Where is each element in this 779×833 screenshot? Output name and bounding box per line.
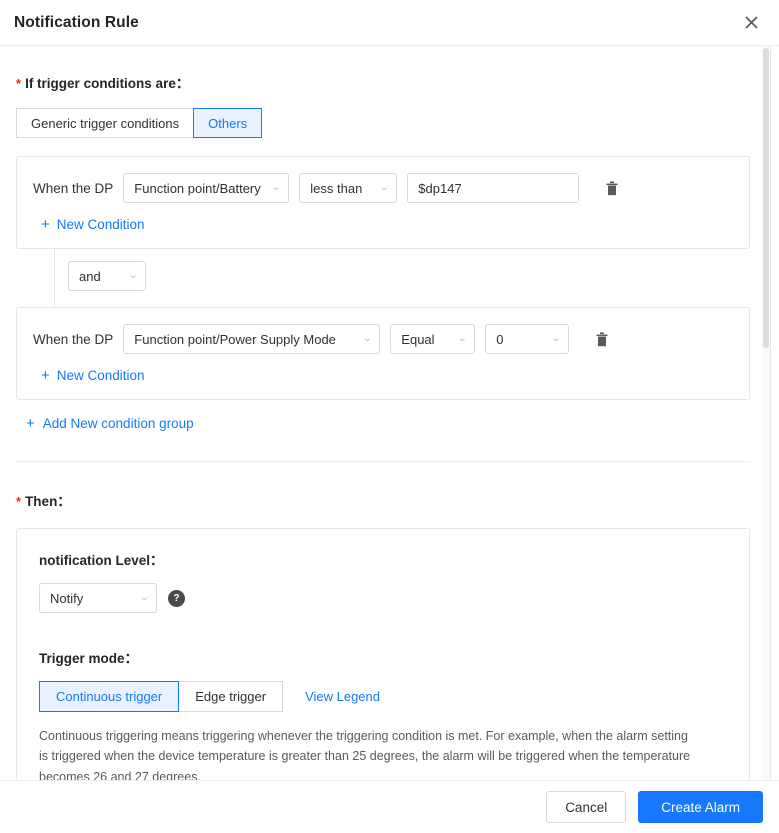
new-condition-button-1[interactable]: + New Condition [41, 217, 145, 232]
tab-continuous-trigger[interactable]: Continuous trigger [39, 681, 180, 712]
cancel-button[interactable]: Cancel [546, 791, 627, 823]
trigger-mode-row: Continuous trigger Edge trigger View Leg… [39, 681, 727, 712]
section-divider [14, 461, 750, 462]
condition-row: When the DP Function point/Power Supply … [33, 324, 733, 354]
operator-select-2-value: Equal [401, 331, 435, 347]
body-scrollbar[interactable] [762, 46, 770, 780]
tab-generic-trigger-conditions[interactable]: Generic trigger conditions [16, 108, 195, 138]
condition-row: When the DP Function point/Battery ⌄ les… [33, 173, 733, 203]
notification-level-row: Notify ⌄ ? [39, 583, 727, 613]
add-condition-group-button[interactable]: + Add New condition group [26, 416, 194, 431]
condition-group-1: When the DP Function point/Battery ⌄ les… [16, 156, 750, 249]
dialog-body: * If trigger conditions are： Generic tri… [0, 46, 771, 780]
operator-select-1-value: less than [310, 180, 363, 196]
chevron-down-icon: ⌄ [456, 333, 468, 344]
chevron-down-icon: ⌄ [550, 333, 562, 344]
tab-edge-trigger[interactable]: Edge trigger [178, 681, 284, 712]
then-label-text: Then： [25, 494, 71, 509]
condition-prefix-label: When the DP [33, 331, 114, 347]
operator-select-2[interactable]: Equal ⌄ [390, 324, 476, 354]
dialog-footer: Cancel Create Alarm [0, 780, 779, 833]
new-condition-label-2: New Condition [56, 368, 145, 383]
trigger-mode-label: Trigger mode： [39, 651, 139, 666]
trigger-mode-tabs: Continuous trigger Edge trigger [39, 681, 284, 712]
required-marker: * [16, 494, 22, 509]
condition-prefix-label: When the DP [33, 180, 114, 196]
scrollbar-thumb[interactable] [763, 48, 769, 348]
create-alarm-button[interactable]: Create Alarm [638, 791, 763, 823]
plus-icon: + [41, 367, 50, 384]
new-condition-label-1: New Condition [56, 217, 145, 232]
datapoint-select-1-value: Function point/Battery [134, 180, 261, 196]
datapoint-select-2[interactable]: Function point/Power Supply Mode ⌄ [123, 324, 381, 354]
add-condition-group-label: Add New condition group [42, 416, 194, 431]
datapoint-select-2-value: Function point/Power Supply Mode [134, 331, 336, 347]
then-label: * Then： [16, 490, 750, 510]
notification-level-value: Notify [50, 590, 84, 606]
chevron-down-icon: ⌄ [138, 592, 150, 603]
new-condition-button-2[interactable]: + New Condition [41, 368, 145, 383]
trigger-condition-type-tabs: Generic trigger conditions Others [16, 108, 263, 138]
condition-value-select-2-value: 0 [496, 331, 504, 347]
delete-condition-button-1[interactable] [603, 177, 621, 199]
dialog-title: Notification Rule [14, 13, 139, 31]
close-icon[interactable] [739, 11, 763, 35]
trigger-mode-description: Continuous triggering means triggering w… [39, 729, 691, 780]
condition-group-2: When the DP Function point/Power Supply … [16, 307, 750, 400]
notification-level-select[interactable]: Notify ⌄ [39, 583, 157, 613]
view-legend-link[interactable]: View Legend [305, 689, 380, 704]
chevron-down-icon: ⌄ [270, 182, 282, 193]
tab-others[interactable]: Others [193, 108, 263, 138]
condition-group-connector: and ⌄ [16, 249, 750, 307]
group-joiner-value: and [79, 268, 101, 284]
chevron-down-icon: ⌄ [378, 182, 390, 193]
condition-value-select-2[interactable]: 0 ⌄ [485, 324, 570, 354]
question-mark-icon[interactable]: ? [168, 589, 185, 607]
notification-rule-dialog: Notification Rule * If trigger condition… [0, 0, 779, 833]
dialog-header: Notification Rule [0, 0, 779, 46]
group-joiner-select[interactable]: and ⌄ [68, 261, 146, 291]
trigger-conditions-label-text: If trigger conditions are： [25, 76, 190, 91]
plus-icon: + [26, 415, 35, 432]
condition-value-input-1[interactable] [407, 173, 580, 203]
operator-select-1[interactable]: less than ⌄ [299, 173, 398, 203]
chevron-down-icon: ⌄ [127, 270, 139, 281]
required-marker: * [16, 76, 22, 91]
delete-condition-button-2[interactable] [593, 328, 611, 350]
then-card: notification Level： Notify ⌄ ? Trigger m… [16, 528, 750, 780]
plus-icon: + [41, 216, 50, 233]
chevron-down-icon: ⌄ [361, 333, 373, 344]
datapoint-select-1[interactable]: Function point/Battery ⌄ [123, 173, 290, 203]
trigger-conditions-label: * If trigger conditions are： [16, 72, 750, 92]
notification-level-label: notification Level： [39, 553, 164, 568]
